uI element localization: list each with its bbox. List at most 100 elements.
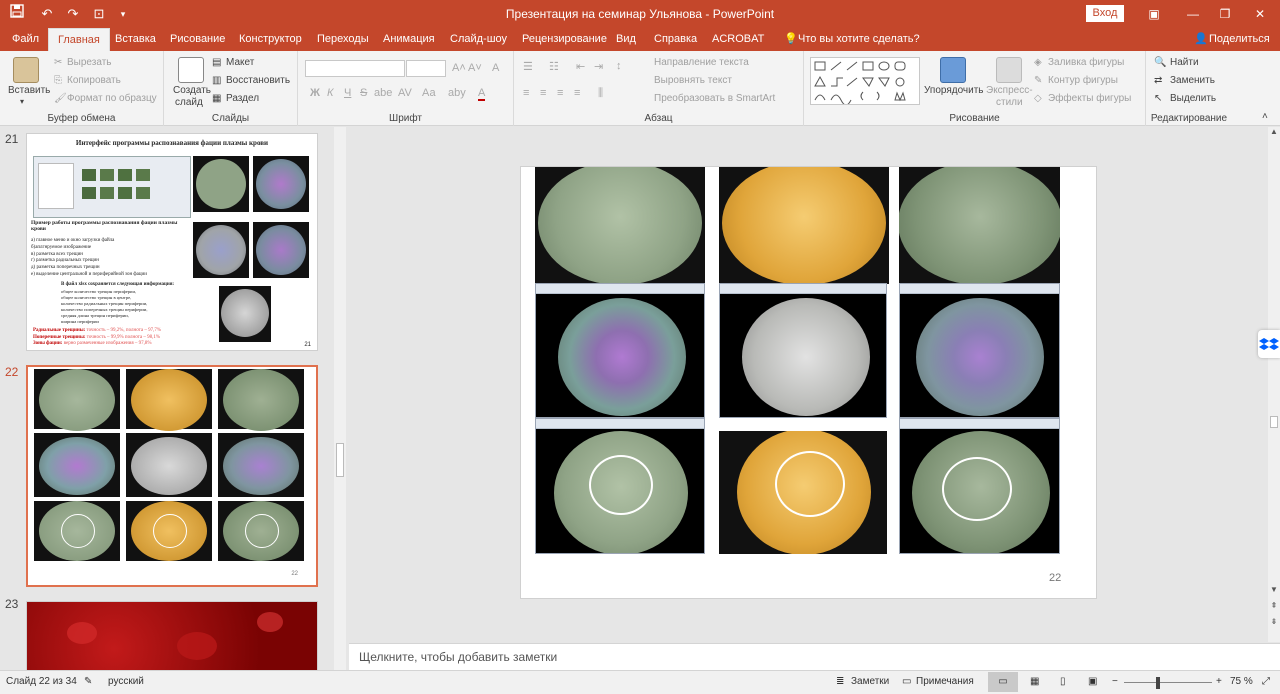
select-button[interactable]: Выделить <box>1170 93 1216 104</box>
notes-toggle[interactable]: Заметки <box>851 676 889 687</box>
font-grow-button[interactable]: A˄ <box>452 62 466 74</box>
tab-insert[interactable]: Вставка <box>111 28 160 51</box>
ribbon-display-icon[interactable]: ▣ <box>1142 4 1166 24</box>
new-slide-icon[interactable] <box>178 57 204 83</box>
quick-styles-icon[interactable] <box>996 57 1022 83</box>
section-button[interactable]: Раздел <box>226 93 259 104</box>
tab-help[interactable]: Справка <box>650 28 701 51</box>
notes-icon[interactable]: ≣ <box>836 676 844 687</box>
copy-button[interactable]: Копировать <box>67 75 121 86</box>
facia-image-amber-1[interactable] <box>719 167 889 284</box>
shadow-button[interactable]: abe <box>374 87 392 99</box>
font-shrink-button[interactable]: A˅ <box>468 62 482 74</box>
format-painter-icon[interactable]: 🖌 <box>54 93 67 104</box>
reading-view-icon[interactable]: ▯ <box>1060 676 1066 687</box>
slide-canvas[interactable]: 22 <box>520 166 1097 599</box>
maximize-icon[interactable]: ❐ <box>1213 4 1237 24</box>
char-spacing-button[interactable]: AV <box>398 87 412 99</box>
align-left-icon[interactable]: ≡ <box>523 87 529 99</box>
outdent-icon[interactable]: ⇤ <box>576 60 585 73</box>
slide-scroll-thumb[interactable] <box>1270 416 1278 428</box>
replace-icon[interactable]: ⇄ <box>1154 75 1162 86</box>
bold-button[interactable]: Ж <box>310 87 320 99</box>
program-window-transverse-cracks[interactable] <box>899 283 1060 418</box>
copy-icon[interactable]: ⎘ <box>54 75 62 86</box>
section-icon[interactable]: ▦ <box>212 93 221 104</box>
tell-me-input[interactable]: Что вы хотите сделать? <box>794 28 924 51</box>
previous-slide-icon[interactable]: ⇞ <box>1269 601 1279 613</box>
tab-slideshow[interactable]: Слайд-шоу <box>446 28 511 51</box>
language-indicator[interactable]: русский <box>108 676 144 687</box>
scroll-up-icon[interactable]: ▲ <box>1269 127 1279 139</box>
font-name-input[interactable] <box>305 60 405 77</box>
underline-button[interactable]: Ч <box>344 87 351 99</box>
paste-dropdown-icon[interactable]: ▾ <box>20 97 24 106</box>
highlight-button[interactable]: aby <box>448 87 466 99</box>
normal-view-icon[interactable]: ▭ <box>988 672 1018 692</box>
collapse-ribbon-icon[interactable]: ˄ <box>1262 111 1268 122</box>
share-button[interactable]: Поделиться <box>1205 28 1274 51</box>
zoom-in-icon[interactable]: + <box>1216 676 1222 687</box>
slide-sorter-icon[interactable]: ▦ <box>1030 676 1039 687</box>
reset-icon[interactable]: ▥ <box>212 75 221 86</box>
slide-scrollbar[interactable]: ▲ ▼ ⇞ ⇟ <box>1268 127 1280 642</box>
zoom-slider-track[interactable] <box>1124 682 1212 683</box>
align-center-icon[interactable]: ≡ <box>540 87 546 99</box>
thumbnail-scrollbar[interactable] <box>334 127 346 670</box>
shapes-gallery[interactable] <box>810 57 920 106</box>
facia-image-green-2[interactable] <box>899 167 1060 284</box>
strikethrough-button[interactable]: S <box>360 87 367 99</box>
justify-icon[interactable]: ≡ <box>574 87 580 99</box>
zoom-out-icon[interactable]: − <box>1112 676 1118 687</box>
quick-styles-button[interactable]: Экспресс- <box>986 85 1033 96</box>
tab-draw[interactable]: Рисование <box>166 28 229 51</box>
layout-icon[interactable]: ▤ <box>212 57 221 68</box>
slideshow-view-icon[interactable]: ▣ <box>1088 676 1097 687</box>
find-icon[interactable]: 🔍 <box>1154 57 1166 68</box>
format-painter-button[interactable]: Формат по образцу <box>67 93 157 104</box>
select-icon[interactable]: ↖ <box>1154 93 1162 104</box>
align-text-button[interactable]: Выровнять текст <box>654 75 732 86</box>
program-window-zones-green-2[interactable] <box>899 418 1060 554</box>
line-spacing-icon[interactable]: ↕ <box>616 60 622 72</box>
zoom-slider-thumb[interactable] <box>1156 677 1160 689</box>
tab-view[interactable]: Вид <box>612 28 640 51</box>
shape-outline-button[interactable]: Контур фигуры <box>1048 75 1118 86</box>
shape-fill-button[interactable]: Заливка фигуры <box>1048 57 1124 68</box>
new-slide-button[interactable]: Создать <box>173 85 211 96</box>
slide-thumbnail-23[interactable] <box>26 601 318 670</box>
tab-home[interactable]: Главная <box>48 28 110 51</box>
tab-transitions[interactable]: Переходы <box>313 28 373 51</box>
arrange-icon[interactable] <box>940 57 966 83</box>
smartart-button[interactable]: Преобразовать в SmartArt <box>654 93 775 104</box>
shape-effects-button[interactable]: Эффекты фигуры <box>1048 93 1131 104</box>
facia-image-green-1[interactable] <box>535 167 705 284</box>
program-window-zones-green-1[interactable] <box>535 418 705 554</box>
comments-toggle[interactable]: Примечания <box>916 676 974 687</box>
login-button[interactable]: Вход <box>1086 5 1124 22</box>
tab-file[interactable]: Файл <box>8 28 43 51</box>
next-slide-icon[interactable]: ⇟ <box>1269 617 1279 629</box>
cut-icon[interactable]: ✂ <box>54 57 62 68</box>
slide-thumbnail-21[interactable]: Интерфейс программы распознавания фации … <box>26 133 318 351</box>
tab-animations[interactable]: Анимация <box>379 28 439 51</box>
tab-design[interactable]: Конструктор <box>235 28 306 51</box>
zoom-level[interactable]: 75 % <box>1230 676 1253 687</box>
tab-review[interactable]: Рецензирование <box>518 28 611 51</box>
columns-icon[interactable]: ⫼ <box>598 87 603 100</box>
close-icon[interactable]: ✕ <box>1248 4 1272 24</box>
scroll-down-icon[interactable]: ▼ <box>1269 585 1279 597</box>
thumbnail-scroll-thumb[interactable] <box>336 443 344 477</box>
spellcheck-icon[interactable]: ✎ <box>84 676 92 687</box>
align-right-icon[interactable]: ≡ <box>557 87 563 99</box>
cut-button[interactable]: Вырезать <box>67 57 111 68</box>
font-color-button[interactable]: A <box>478 87 486 101</box>
tab-acrobat[interactable]: ACROBAT <box>708 28 768 51</box>
italic-button[interactable]: К <box>327 87 333 99</box>
slide-thumbnail-22[interactable]: 22 <box>26 365 318 587</box>
clear-format-button[interactable]: A <box>492 62 499 74</box>
new-slide-button-line2[interactable]: слайд <box>175 97 203 108</box>
paste-icon[interactable] <box>13 57 39 83</box>
quick-styles-button-line2[interactable]: стили <box>996 97 1023 108</box>
shape-outline-icon[interactable]: ✎ <box>1034 75 1042 86</box>
